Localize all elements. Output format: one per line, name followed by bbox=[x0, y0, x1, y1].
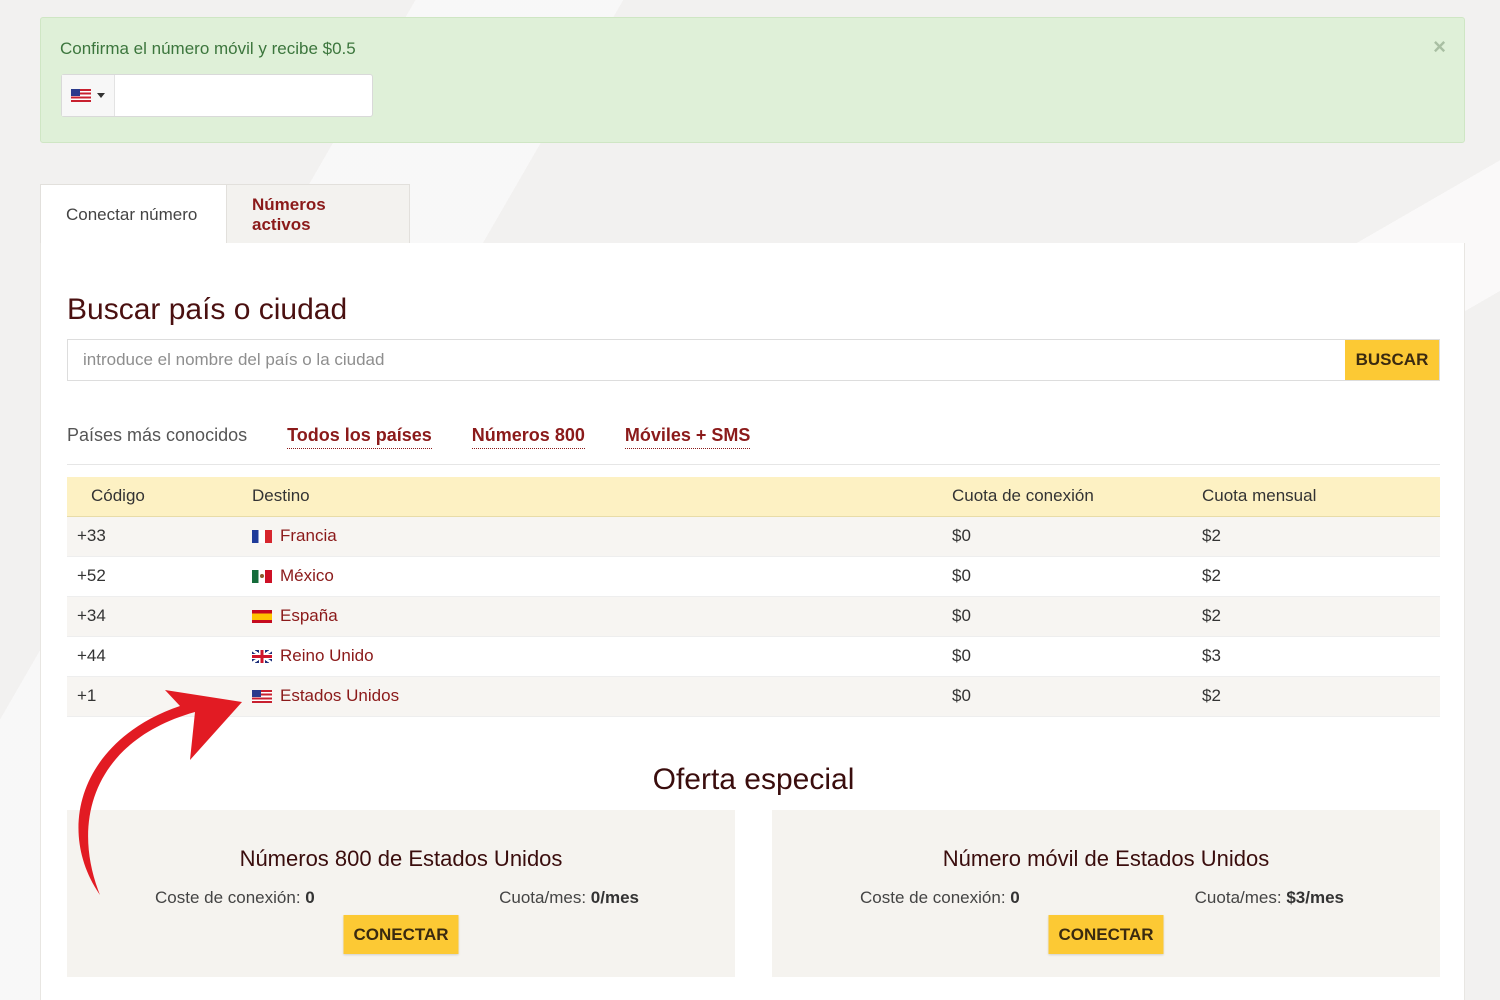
mexico-flag-icon bbox=[252, 569, 272, 583]
cell-monthly-fee: $2 bbox=[1202, 596, 1440, 637]
phone-number-input[interactable] bbox=[115, 75, 372, 116]
table-header-row: Código Destino Cuota de conexión Cuota m… bbox=[67, 477, 1440, 517]
rates-table: Código Destino Cuota de conexión Cuota m… bbox=[67, 477, 1440, 717]
destination-link[interactable]: Francia bbox=[280, 526, 337, 546]
tab-connect-number[interactable]: Conectar número bbox=[40, 184, 227, 244]
offer-connection-label: Coste de conexión: bbox=[155, 888, 301, 907]
connect-button[interactable]: CONECTAR bbox=[343, 915, 459, 954]
offer-card-title: Números 800 de Estados Unidos bbox=[239, 846, 563, 871]
filter-mobile-sms[interactable]: Móviles + SMS bbox=[624, 425, 751, 449]
close-icon[interactable]: × bbox=[1433, 36, 1446, 58]
cell-connection-fee: $0 bbox=[952, 596, 1202, 637]
us-flag-icon bbox=[252, 689, 272, 703]
header-monthly-fee: Cuota mensual bbox=[1202, 477, 1440, 517]
destination-link[interactable]: Estados Unidos bbox=[280, 686, 399, 706]
offer-connection-value: 0 bbox=[1010, 888, 1020, 907]
chevron-down-icon bbox=[97, 93, 105, 98]
phone-confirmation-alert: Confirma el número móvil y recibe $0.5 × bbox=[40, 17, 1465, 143]
offer-fee-value: 0/mes bbox=[590, 888, 639, 907]
cell-monthly-fee: $2 bbox=[1202, 556, 1440, 597]
cell-connection-fee: $0 bbox=[952, 516, 1202, 557]
filter-row: Países más conocidos Todos los países Nú… bbox=[67, 425, 1440, 465]
offer-fee-label: Cuota/mes: bbox=[1194, 888, 1282, 907]
offer-card-title: Número móvil de Estados Unidos bbox=[942, 846, 1270, 871]
special-offer-title: Oferta especial bbox=[652, 763, 855, 796]
table-row[interactable]: +1 Estados Unidos $0 $2 bbox=[67, 676, 1440, 717]
offer-connection-label: Coste de conexión: bbox=[860, 888, 1006, 907]
page-title: Buscar país o ciudad bbox=[67, 293, 348, 326]
offer-connection-cost: Coste de conexión: 0 bbox=[155, 888, 315, 908]
france-flag-icon bbox=[252, 529, 272, 543]
header-connection-fee: Cuota de conexión bbox=[952, 477, 1202, 517]
uk-flag-icon bbox=[252, 649, 272, 663]
offer-connection-value: 0 bbox=[305, 888, 315, 907]
cell-monthly-fee: $3 bbox=[1202, 636, 1440, 677]
offer-card-mobile-number: Número móvil de Estados Unidos Coste de … bbox=[772, 810, 1440, 977]
cell-code: +1 bbox=[67, 676, 252, 717]
cell-connection-fee: $0 bbox=[952, 556, 1202, 597]
filter-label: Países más conocidos bbox=[67, 425, 248, 445]
filter-all-countries[interactable]: Todos los países bbox=[287, 425, 432, 449]
destination-link[interactable]: México bbox=[280, 566, 334, 586]
cell-code: +34 bbox=[67, 596, 252, 637]
country-code-dropdown[interactable] bbox=[62, 75, 115, 116]
offer-monthly-fee: Cuota/mes: $3/mes bbox=[1195, 888, 1344, 908]
us-flag-icon bbox=[71, 89, 91, 102]
search-button[interactable]: BUSCAR bbox=[1345, 340, 1439, 380]
header-code: Código bbox=[67, 477, 252, 517]
cell-monthly-fee: $2 bbox=[1202, 676, 1440, 717]
destination-link[interactable]: España bbox=[280, 606, 338, 626]
cell-connection-fee: $0 bbox=[952, 636, 1202, 677]
destination-link[interactable]: Reino Unido bbox=[280, 646, 374, 666]
table-row[interactable]: +34 España $0 $2 bbox=[67, 596, 1440, 637]
filter-800-numbers[interactable]: Números 800 bbox=[471, 425, 585, 449]
search-bar: BUSCAR bbox=[67, 339, 1440, 381]
tab-active-numbers[interactable]: Números activos bbox=[226, 184, 410, 244]
cell-connection-fee: $0 bbox=[952, 676, 1202, 717]
cell-code: +52 bbox=[67, 556, 252, 597]
offer-fee-label: Cuota/mes: bbox=[499, 888, 587, 907]
header-destination: Destino bbox=[252, 477, 952, 517]
connect-button[interactable]: CONECTAR bbox=[1048, 915, 1164, 954]
offer-fee-value: $3/mes bbox=[1286, 888, 1344, 907]
table-row[interactable]: +44 Reino Unido $0 $3 bbox=[67, 636, 1440, 677]
tab-bar: Conectar número Números activos bbox=[40, 184, 410, 244]
offer-monthly-fee: Cuota/mes: 0/mes bbox=[499, 888, 639, 908]
main-panel: Buscar país o ciudad BUSCAR Países más c… bbox=[40, 243, 1465, 1000]
table-row[interactable]: +33 Francia $0 $2 bbox=[67, 516, 1440, 557]
cell-code: +44 bbox=[67, 636, 252, 677]
table-row[interactable]: +52 México $0 $2 bbox=[67, 556, 1440, 597]
spain-flag-icon bbox=[252, 609, 272, 623]
alert-message: Confirma el número móvil y recibe $0.5 bbox=[60, 39, 356, 58]
offer-card-800-numbers: Números 800 de Estados Unidos Coste de c… bbox=[67, 810, 735, 977]
cell-code: +33 bbox=[67, 516, 252, 557]
search-input[interactable] bbox=[68, 340, 1345, 380]
phone-input-group bbox=[61, 74, 373, 117]
cell-monthly-fee: $2 bbox=[1202, 516, 1440, 557]
offer-connection-cost: Coste de conexión: 0 bbox=[860, 888, 1020, 908]
